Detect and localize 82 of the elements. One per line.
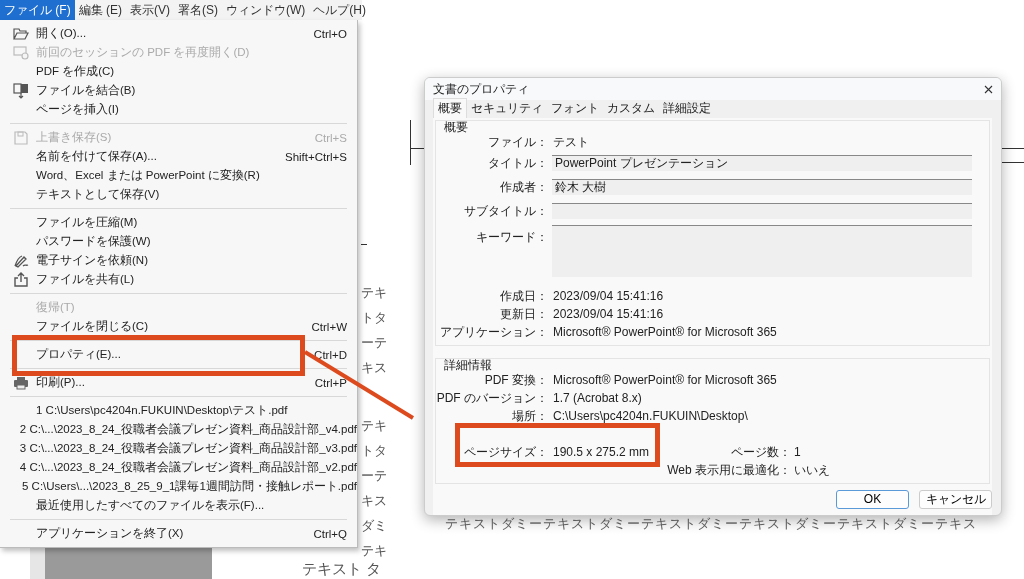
field-label: ページサイズ： — [463, 443, 549, 461]
field-value: Microsoft® PowerPoint® for Microsoft 365 — [552, 373, 777, 387]
tab[interactable]: 詳細設定 — [659, 99, 715, 118]
menu-item[interactable]: PDF を作成(C) — [0, 62, 357, 81]
menu-bar-item[interactable]: 表示(V) — [126, 0, 174, 21]
group-heading: 概要 — [443, 121, 469, 133]
pen-signature-icon — [12, 253, 30, 268]
printer-icon — [13, 375, 29, 390]
field-value: Microsoft® PowerPoint® for Microsoft 365 — [552, 325, 777, 339]
document-text: キス — [361, 492, 387, 509]
field-value: C:\Users\pc4204n.FUKUIN\Desktop\ — [552, 409, 748, 423]
field-value: 1.7 (Acrobat 8.x) — [552, 391, 642, 405]
menu-item[interactable]: ページを挿入(I) — [0, 100, 357, 119]
menu-bar-item[interactable]: 編集 (E) — [74, 0, 126, 21]
menu-item[interactable]: 開く(O)... Ctrl+O — [0, 24, 357, 43]
menu-item[interactable]: 最近使用したすべてのファイルを表示(F)... — [0, 496, 357, 515]
share-icon — [14, 272, 28, 287]
menu-item[interactable]: 1 C:\Users\pc4204n.FUKUIN\Desktop\テスト.pdf — [0, 401, 357, 420]
combine-files-icon — [13, 82, 29, 99]
menu-item[interactable]: ファイルを共有(L) — [0, 270, 357, 289]
menu-item[interactable]: Word、Excel または PowerPoint に変換(R) — [0, 166, 357, 185]
field-label: アプリケーション： — [439, 323, 549, 341]
input-field[interactable] — [552, 203, 972, 219]
field-value: 2023/09/04 15:41:16 — [552, 289, 664, 303]
field-label: キーワード： — [475, 229, 549, 246]
menu-item[interactable]: 名前を付けて保存(A)... Shift+Ctrl+S — [0, 147, 357, 166]
document-text: トタ — [361, 309, 387, 326]
menu-item[interactable]: 4 C:\...\2023_8_24_役職者会議プレゼン資料_商品設計部_v2.pdf — [0, 458, 357, 477]
input-field[interactable]: PowerPoint プレゼンテーション — [552, 155, 972, 171]
field-label: Web 表示用に最適化： — [666, 461, 791, 479]
tab[interactable]: セキュリティ — [467, 99, 547, 118]
menu-bar-item[interactable]: 署名(S) — [174, 0, 222, 21]
group-heading: 詳細情報 — [443, 359, 493, 371]
document-text: ーテ — [361, 334, 387, 351]
tab[interactable]: カスタム — [603, 99, 659, 118]
menu-item[interactable]: ファイルを結合(B) — [0, 81, 357, 100]
menu-item[interactable]: ファイルを閉じる(C) Ctrl+W — [0, 317, 357, 336]
document-text: トタ — [361, 442, 387, 459]
close-icon[interactable] — [984, 84, 993, 94]
field-label: 作成者： — [499, 178, 549, 196]
field-value: いいえ — [793, 461, 830, 479]
document-text: テキ — [361, 417, 387, 434]
document-text: テキ — [361, 284, 387, 301]
tab[interactable]: 概要 — [433, 98, 467, 118]
menu-bar-item[interactable]: ファイル (F) — [0, 0, 75, 21]
dialog-button[interactable]: キャンセル — [919, 490, 992, 509]
document-text: テキ — [361, 542, 387, 559]
document-text: キス — [361, 359, 387, 376]
menu-item[interactable]: 印刷(P)... Ctrl+P — [0, 373, 357, 392]
folder-icon — [13, 27, 29, 40]
menu-item[interactable]: 5 C:\Users\...\2023_8_25_9_1課毎1週間訪問・接触レポート.pdf — [0, 477, 357, 496]
field-label: サブタイトル： — [463, 202, 549, 220]
document-text: テキスト タ — [302, 560, 382, 579]
menu-bar-item[interactable]: ウィンドウ(W) — [222, 0, 310, 21]
menu-item[interactable]: アプリケーションを終了(X) Ctrl+Q — [0, 524, 357, 543]
menu-item[interactable]: 2 C:\...\2023_8_24_役職者会議プレゼン資料_商品設計部_v4.pdf — [0, 420, 357, 439]
field-label: PDF 変換： — [483, 371, 549, 389]
menu-item[interactable]: ファイルを圧縮(M) — [0, 213, 357, 232]
menu-item[interactable]: 3 C:\...\2023_8_24_役職者会議プレゼン資料_商品設計部_v3.pdf — [0, 439, 357, 458]
menu-item[interactable]: 電子サインを依頼(N) — [0, 251, 357, 270]
field-label: 更新日： — [499, 305, 549, 323]
field-value: テスト — [552, 133, 589, 151]
field-value: 190.5 x 275.2 mm — [552, 445, 650, 459]
field-label: ファイル： — [487, 133, 549, 151]
field-label: タイトル： — [487, 154, 549, 172]
field-label: 作成日： — [499, 287, 549, 305]
field-label: PDF のバージョン： — [436, 389, 549, 407]
document-text: テキストダミーテキストダミーテキストダミーテキストダミーテキストダミーテキス — [445, 515, 977, 533]
tab[interactable]: フォント — [547, 99, 603, 118]
field-value: 2023/09/04 15:41:16 — [552, 307, 664, 321]
field-label: ページ数： — [730, 443, 791, 461]
document-clock-icon — [13, 45, 29, 60]
menu-item[interactable]: パスワードを保護(W) — [0, 232, 357, 251]
input-field[interactable]: 鈴木 大樹 — [552, 179, 972, 195]
menu-item[interactable]: テキストとして保存(V) — [0, 185, 357, 204]
field-value: 1 — [793, 445, 801, 459]
field-label: 場所： — [511, 407, 549, 425]
dialog-button[interactable]: OK — [836, 490, 909, 509]
window-title: 文書のプロパティ — [433, 80, 529, 98]
document-text: ダミ — [361, 517, 387, 534]
menu-bar-item[interactable]: ヘルプ(H) — [309, 0, 370, 21]
document-text: ーテ — [361, 467, 387, 484]
